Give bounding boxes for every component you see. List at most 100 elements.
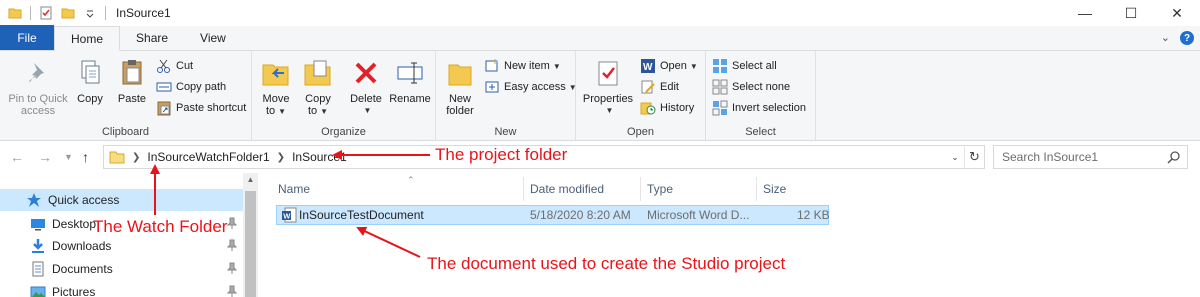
tab-home[interactable]: Home (54, 26, 121, 51)
nav-item-pictures[interactable]: Pictures (0, 281, 243, 297)
select-group-label: Select (745, 126, 776, 138)
select-group: Select all Select none Invert selection … (706, 51, 816, 141)
new-item-button[interactable]: New item ▼ (484, 57, 561, 75)
back-arrow-icon[interactable]: ← (10, 149, 24, 165)
select-all-button[interactable]: Select all (712, 57, 777, 75)
open-button[interactable]: W Open ▼ (640, 57, 698, 75)
documents-icon (32, 261, 44, 277)
maximize-button[interactable]: ☐ (1108, 0, 1154, 26)
move-to-button[interactable]: Move to ▼ (258, 57, 294, 118)
word-icon: W (641, 59, 655, 73)
breadcrumb-watch-folder[interactable]: InSourceWatchFolder1 (147, 150, 269, 164)
expand-ribbon-icon[interactable]: ⌄ (1161, 31, 1170, 45)
cut-button[interactable]: Cut (156, 57, 193, 75)
copy-path-button[interactable]: Copy path (156, 78, 226, 96)
history-button[interactable]: History (640, 99, 694, 117)
delete-button[interactable]: Delete ▼ (346, 57, 386, 117)
refresh-icon[interactable]: ↻ (964, 146, 984, 168)
nav-item-downloads[interactable]: Downloads (0, 235, 243, 257)
copy-button[interactable]: Copy (72, 57, 108, 105)
file-type: Microsoft Word D... (647, 208, 750, 222)
new-item-icon (485, 59, 498, 72)
download-arrow-icon (32, 239, 44, 253)
file-list: Name ⌃ Date modified Type Size W InSourc… (258, 173, 1200, 297)
paste-shortcut-icon (157, 101, 171, 116)
close-button[interactable]: ✕ (1154, 0, 1200, 26)
folder-icon (109, 151, 125, 164)
pin-icon[interactable] (227, 262, 237, 274)
breadcrumb-project-folder[interactable]: InSource1 (292, 150, 347, 164)
search-placeholder: Search InSource1 (1002, 150, 1099, 164)
scissors-icon (157, 59, 170, 73)
svg-text:W: W (643, 62, 653, 73)
properties-check-icon[interactable] (39, 6, 53, 20)
nav-pane-scrollbar[interactable]: ▲ (243, 173, 258, 297)
organize-group-label: Organize (321, 126, 366, 138)
svg-text:W: W (283, 212, 291, 221)
properties-button[interactable]: Properties ▼ (580, 57, 636, 117)
select-all-icon (713, 59, 727, 73)
pin-to-quick-access-button[interactable]: Pin to Quick access (6, 57, 70, 117)
copy-path-icon (156, 82, 172, 92)
search-input[interactable]: Search InSource1 (993, 145, 1188, 169)
recent-locations-chevron-icon[interactable]: ▼ (64, 152, 73, 162)
tab-share[interactable]: Share (120, 25, 184, 50)
search-icon (1167, 151, 1180, 164)
column-header-date-modified[interactable]: Date modified (524, 177, 641, 201)
paste-button[interactable]: Paste (112, 57, 152, 105)
pin-icon[interactable] (227, 217, 237, 229)
table-row[interactable]: W InSourceTestDocument 5/18/2020 8:20 AM… (276, 205, 830, 225)
column-header-name[interactable]: Name ⌃ (272, 175, 524, 201)
star-icon (27, 193, 41, 207)
nav-item-documents[interactable]: Documents (0, 258, 243, 280)
select-none-button[interactable]: Select none (712, 78, 790, 96)
minimize-button[interactable]: — (1062, 0, 1108, 26)
pin-icon (29, 63, 44, 82)
scroll-up-icon[interactable]: ▲ (243, 175, 258, 184)
window-title: InSource1 (116, 6, 171, 20)
pin-icon[interactable] (227, 239, 237, 251)
invert-selection-icon (712, 100, 728, 116)
nav-item-quick-access[interactable]: Quick access (0, 189, 243, 211)
paste-icon (122, 60, 142, 85)
tab-view[interactable]: View (184, 25, 242, 50)
new-folder-icon[interactable] (61, 6, 75, 20)
edit-button[interactable]: Edit (640, 78, 679, 96)
paste-shortcut-button[interactable]: Paste shortcut (156, 99, 246, 117)
annotation-project-folder: The project folder (435, 145, 568, 164)
tab-file[interactable]: File (0, 25, 54, 50)
word-document-icon: W (282, 207, 297, 223)
pin-icon[interactable] (227, 285, 237, 297)
copy-to-button[interactable]: Copy to ▼ (300, 57, 336, 118)
breadcrumb-separator-icon[interactable]: ❯ (277, 152, 285, 163)
rename-button[interactable]: Rename (388, 57, 432, 105)
column-header-size[interactable]: Size (757, 177, 829, 201)
easy-access-button[interactable]: Easy access ▼ (484, 78, 577, 96)
annotation-document: The document used to create the Studio p… (427, 254, 786, 273)
column-header-type[interactable]: Type (641, 177, 757, 201)
delete-x-icon (355, 62, 377, 84)
file-name: InSourceTestDocument (299, 208, 424, 222)
up-arrow-icon[interactable]: ↑ (82, 149, 89, 165)
new-folder-icon (448, 64, 472, 86)
pictures-icon (30, 286, 46, 297)
file-date-modified: 5/18/2020 8:20 AM (530, 208, 631, 222)
separator (105, 6, 106, 20)
annotation-watch-folder: The Watch Folder (93, 217, 228, 236)
navigation-row: ← → ▼ ↑ ❯ InSourceWatchFolder1 ❯ InSourc… (0, 141, 1200, 173)
easy-access-icon (485, 81, 499, 93)
help-icon[interactable]: ? (1180, 31, 1194, 45)
address-dropdown-chevron-icon[interactable]: ⌄ (946, 152, 964, 163)
breadcrumb-separator-icon[interactable]: ❯ (132, 152, 140, 163)
scrollbar-thumb[interactable] (245, 191, 256, 297)
new-folder-button[interactable]: New folder (442, 57, 478, 117)
forward-arrow-icon[interactable]: → (38, 149, 52, 165)
folder-icon (8, 8, 22, 19)
history-clock-icon (640, 102, 656, 115)
open-group: Properties ▼ W Open ▼ Edit History Open (576, 51, 706, 141)
invert-selection-button[interactable]: Invert selection (712, 99, 806, 117)
edit-pencil-icon (641, 80, 655, 94)
customize-toolbar-icon[interactable] (83, 6, 97, 20)
clipboard-group: Pin to Quick access Copy Paste Cut Copy … (0, 51, 252, 141)
organize-group: Move to ▼ Copy to ▼ Delete ▼ Rename Organi… (252, 51, 436, 141)
